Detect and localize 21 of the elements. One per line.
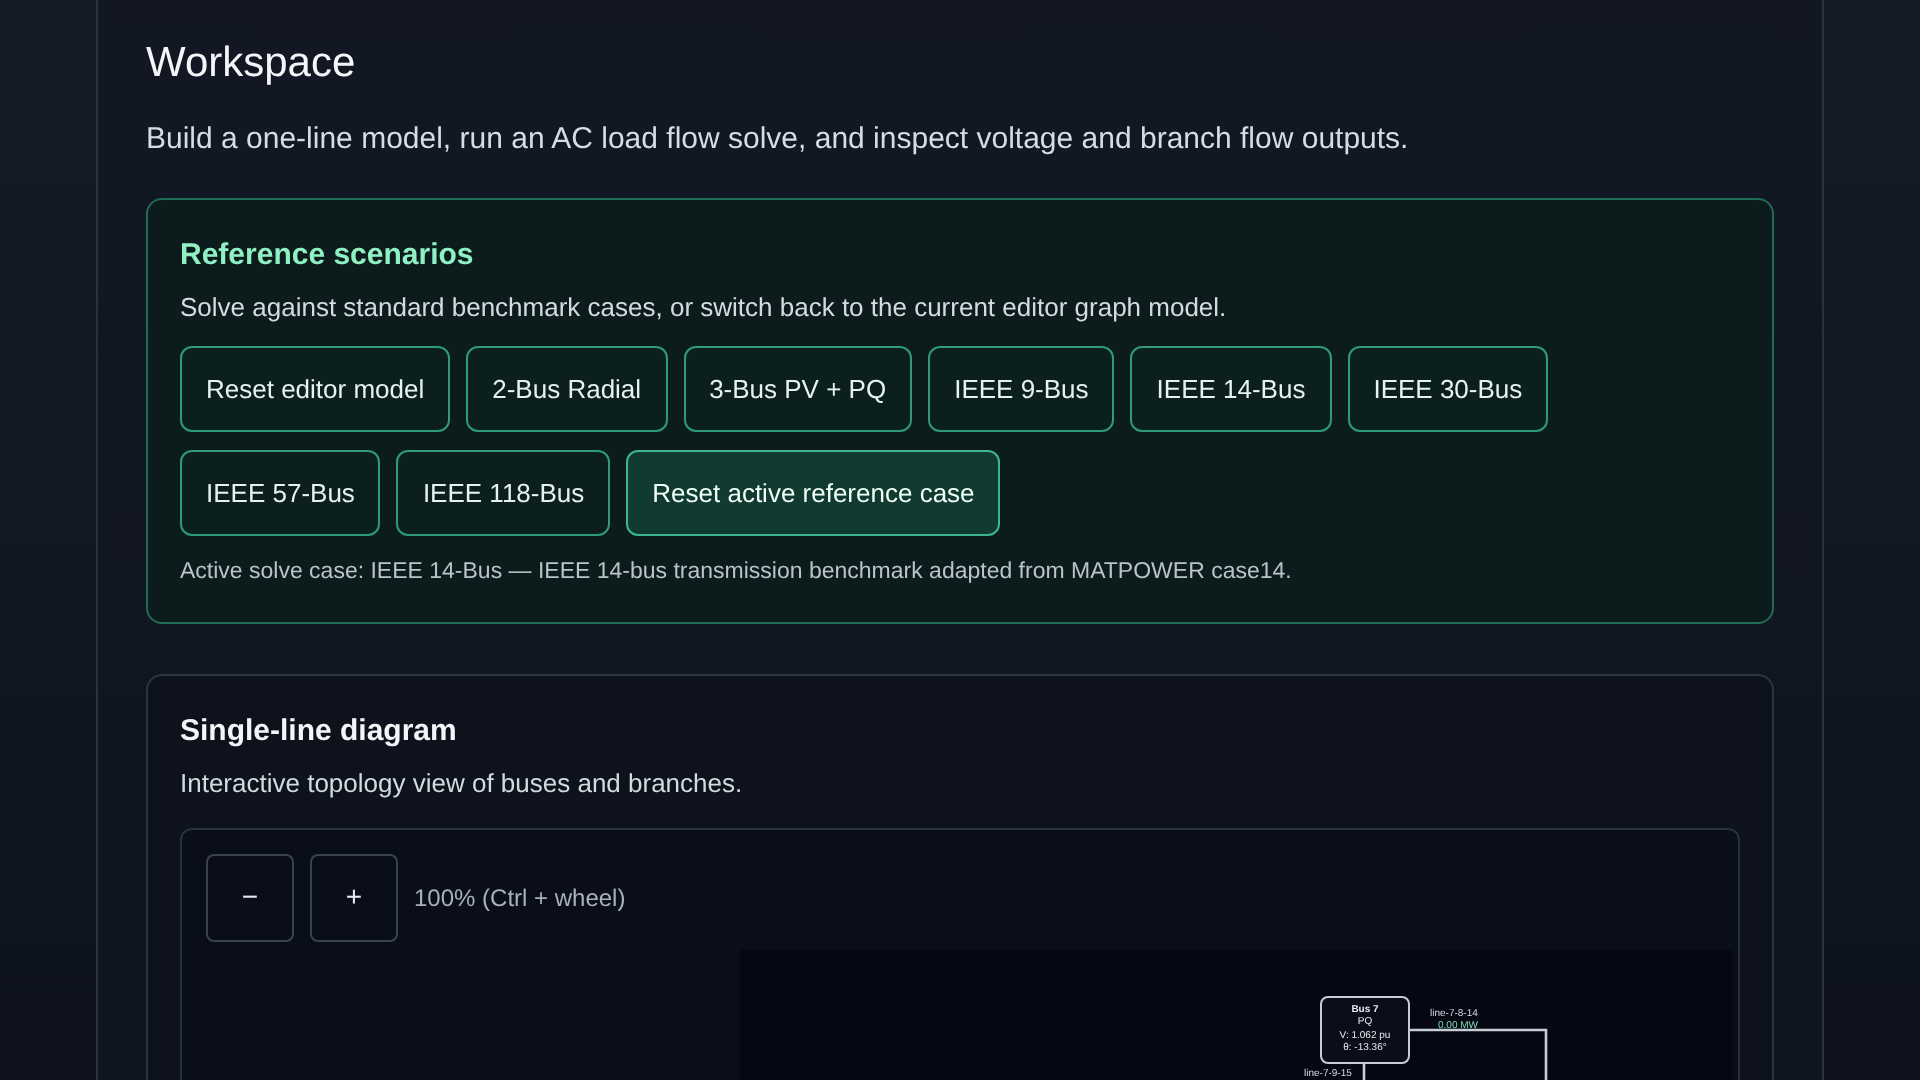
active-case-status: Active solve case: IEEE 14-Bus — IEEE 14-bus transmission benchmark adapted from MATPOWER case14. (180, 558, 1292, 588)
scenario-button[interactable]: 2-Bus Radial (466, 346, 668, 432)
scenario-button[interactable]: IEEE 118-Bus (396, 450, 611, 536)
workspace-title: Workspace (146, 38, 356, 90)
branch-line (1410, 1028, 1548, 1080)
diagram-description: Interactive topology view of buses and branches. (180, 766, 743, 803)
scenario-button[interactable]: 3-Bus PV + PQ (683, 346, 913, 432)
reference-title: Reference scenarios (180, 235, 474, 275)
scenario-button[interactable]: IEEE 30-Bus (1347, 346, 1549, 432)
zoom-level: 100% (Ctrl + wheel) (414, 881, 626, 916)
reference-description: Solve against standard benchmark cases, or switch back to the current editor graph model. (180, 289, 1227, 326)
scenario-button[interactable]: Reset editor model (180, 346, 451, 432)
scenario-button[interactable]: IEEE 9-Bus (928, 346, 1115, 432)
branch-line (1362, 1063, 1366, 1080)
zoom-in-button[interactable]: + (310, 853, 398, 942)
zoom-out-button[interactable]: − (206, 853, 294, 942)
scenario-button[interactable]: IEEE 14-Bus (1130, 346, 1332, 432)
diagram-title: Single-line diagram (180, 712, 457, 753)
workspace-description: Build a one-line model, run an AC load flow solve, and inspect voltage and branch flow outputs. (146, 120, 1409, 160)
scenario-button[interactable]: IEEE 57-Bus (180, 450, 381, 536)
scenario-button[interactable]: Reset active reference case (626, 450, 1001, 536)
